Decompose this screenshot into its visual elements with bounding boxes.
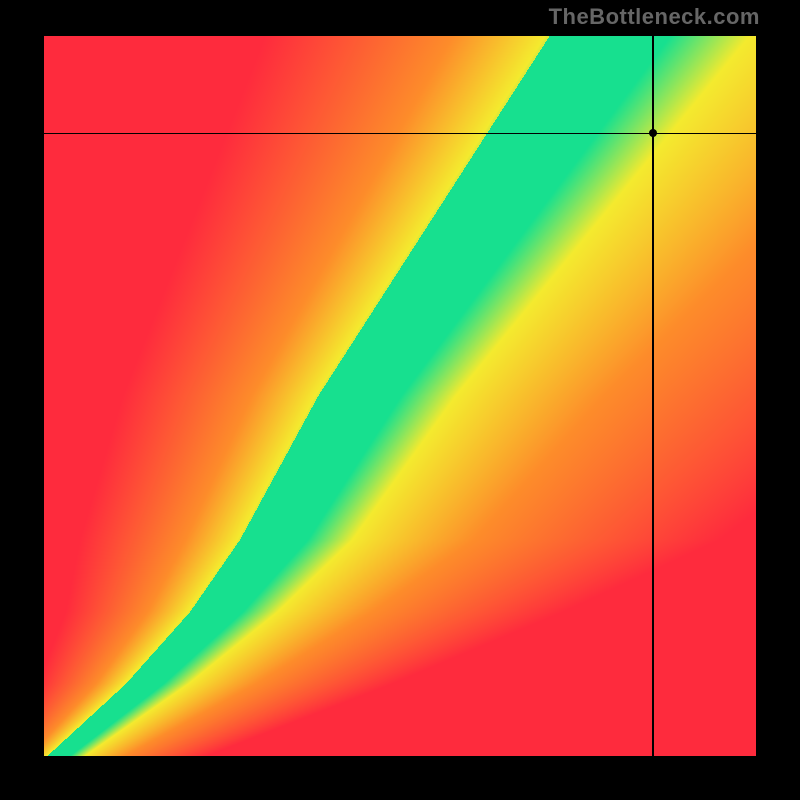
heatmap-plot xyxy=(44,36,756,756)
chart-container: TheBottleneck.com xyxy=(0,0,800,800)
data-point-marker xyxy=(649,129,657,137)
heatmap-canvas xyxy=(44,36,756,756)
crosshair-vertical xyxy=(652,36,654,756)
watermark-text: TheBottleneck.com xyxy=(549,4,760,30)
